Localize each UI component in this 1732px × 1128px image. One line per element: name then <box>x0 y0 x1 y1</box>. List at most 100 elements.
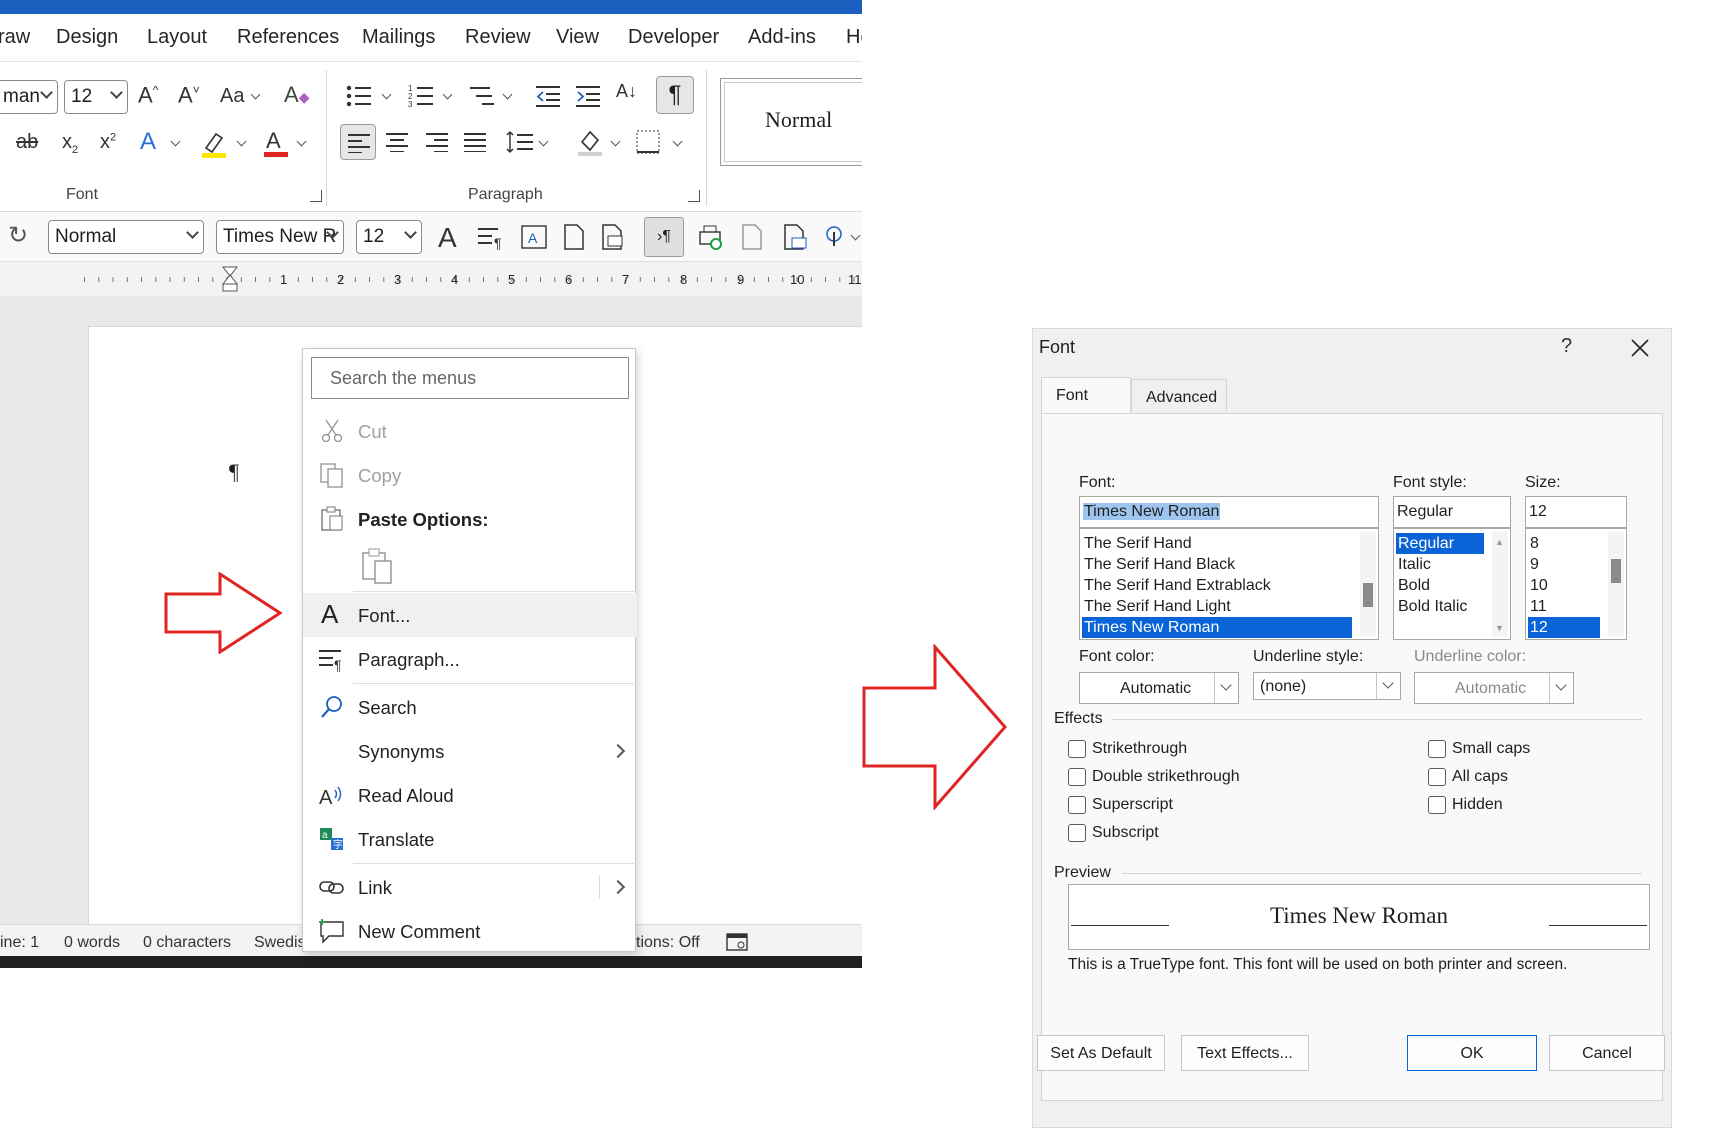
print-preview-icon[interactable] <box>696 224 724 250</box>
paragraph-dialog-launcher[interactable] <box>688 190 700 202</box>
subscript-icon[interactable]: x2 <box>62 132 78 156</box>
tab-developer[interactable]: Developer <box>628 26 719 49</box>
menu-search-input[interactable]: Search the menus <box>311 357 629 399</box>
chevron-down-icon[interactable] <box>381 89 392 100</box>
font-name-input[interactable]: Times New Roman <box>1079 496 1379 528</box>
subscript-checkbox[interactable] <box>1068 824 1086 842</box>
status-characters[interactable]: 0 characters <box>143 934 231 952</box>
paste-keep-text-icon[interactable] <box>361 547 395 585</box>
list-item[interactable]: 9 <box>1528 554 1541 575</box>
chevron-down-icon[interactable] <box>296 136 307 147</box>
menu-item-link[interactable]: Link <box>303 865 637 909</box>
font-dialog-launcher[interactable] <box>310 190 322 202</box>
superscript-checkbox[interactable] <box>1068 796 1086 814</box>
menu-item-copy[interactable]: Copy <box>303 453 637 497</box>
double-strikethrough-checkbox[interactable] <box>1068 768 1086 786</box>
redo-icon[interactable]: ↻ <box>8 224 28 248</box>
font-combo[interactable]: Times New R <box>216 220 344 254</box>
font-list[interactable]: The Serif Hand The Serif Hand Black The … <box>1079 528 1379 640</box>
tab-layout[interactable]: Layout <box>147 26 207 49</box>
style-combo[interactable]: Normal <box>48 220 204 254</box>
help-icon[interactable]: ? <box>1561 335 1572 358</box>
tab-advanced[interactable]: Advanced <box>1131 379 1227 411</box>
size-combo[interactable]: 12 <box>356 220 422 254</box>
chevron-down-icon[interactable] <box>850 230 861 241</box>
chevron-right-icon[interactable] <box>610 879 626 895</box>
chevron-down-icon[interactable] <box>250 89 261 100</box>
show-hide-marks-button[interactable]: ¶ <box>656 76 694 114</box>
bullets-icon[interactable] <box>346 84 372 108</box>
font-name-combo[interactable]: man <box>0 80 58 114</box>
list-item[interactable]: Bold Italic <box>1396 596 1469 617</box>
line-spacing-icon[interactable] <box>506 130 534 154</box>
size-list[interactable]: 8 9 10 11 12 <box>1525 528 1627 640</box>
tab-review[interactable]: Review <box>465 26 531 49</box>
status-words[interactable]: 0 words <box>64 934 120 952</box>
list-item[interactable]: 8 <box>1528 533 1541 554</box>
tab-mailings[interactable]: Mailings <box>362 26 435 49</box>
chevron-down-icon[interactable] <box>610 136 621 147</box>
underline-style-dropdown[interactable]: (none) <box>1253 672 1401 700</box>
chevron-down-icon[interactable] <box>672 136 683 147</box>
tab-add-ins[interactable]: Add-ins <box>748 26 816 49</box>
tab-help[interactable]: He <box>846 26 862 49</box>
status-line[interactable]: ine: 1 <box>0 934 39 952</box>
text-effects-button[interactable]: Text Effects... <box>1181 1035 1309 1071</box>
shrink-font-icon[interactable]: A˅ <box>178 84 200 106</box>
text-box-icon[interactable]: A <box>520 224 548 250</box>
chevron-down-icon[interactable] <box>442 89 453 100</box>
menu-item-translate[interactable]: a字 Translate <box>303 817 637 861</box>
print-layout-icon[interactable] <box>600 224 626 250</box>
font-icon[interactable]: A <box>438 224 457 252</box>
font-size-combo[interactable]: 12 <box>64 80 128 114</box>
tab-font[interactable]: Font <box>1041 377 1131 413</box>
change-case-icon[interactable]: Aa <box>220 86 244 106</box>
sort-icon[interactable]: A↓ <box>616 82 637 100</box>
decrease-indent-icon[interactable] <box>536 84 562 108</box>
list-item[interactable]: The Serif Hand Black <box>1082 554 1237 575</box>
multilevel-list-icon[interactable] <box>470 84 496 108</box>
shading-icon[interactable] <box>576 128 604 158</box>
small-caps-checkbox[interactable] <box>1428 740 1446 758</box>
status-predictions[interactable]: tions: Off <box>636 934 700 952</box>
list-item[interactable]: The Serif Hand <box>1082 533 1194 554</box>
tab-view[interactable]: View <box>556 26 599 49</box>
list-item-selected[interactable]: 12 <box>1528 617 1600 638</box>
focus-mode-icon[interactable] <box>726 932 750 952</box>
size-input[interactable]: 12 <box>1525 496 1627 528</box>
close-icon[interactable] <box>1629 337 1651 359</box>
tab-references[interactable]: References <box>237 26 339 49</box>
list-item[interactable]: The Serif Hand Extrablack <box>1082 575 1273 596</box>
grow-font-icon[interactable]: A^ <box>138 84 158 106</box>
list-item-selected[interactable]: Regular <box>1396 533 1484 554</box>
menu-item-read-aloud[interactable]: A Read Aloud <box>303 773 637 817</box>
chevron-down-icon[interactable] <box>502 89 513 100</box>
underline-color-dropdown[interactable]: Automatic <box>1414 672 1574 704</box>
cancel-button[interactable]: Cancel <box>1549 1035 1665 1071</box>
menu-item-synonyms[interactable]: Synonyms <box>303 729 637 773</box>
menu-item-cut[interactable]: Cut <box>303 409 637 453</box>
strikethrough-icon[interactable]: ab <box>16 132 38 152</box>
justify-icon[interactable] <box>464 132 486 152</box>
ok-button[interactable]: OK <box>1407 1035 1537 1071</box>
scrollbar[interactable] <box>1360 531 1376 637</box>
align-right-icon[interactable] <box>426 132 448 152</box>
list-item[interactable]: 11 <box>1528 596 1549 617</box>
menu-item-search[interactable]: Search <box>303 685 637 729</box>
chevron-down-icon[interactable] <box>538 136 549 147</box>
chevron-down-icon[interactable] <box>170 136 181 147</box>
increase-indent-icon[interactable] <box>576 84 602 108</box>
numbering-icon[interactable]: 123 <box>408 84 434 108</box>
all-caps-checkbox[interactable] <box>1428 768 1446 786</box>
list-item[interactable]: Italic <box>1396 554 1433 575</box>
strikethrough-checkbox[interactable] <box>1068 740 1086 758</box>
menu-item-paragraph[interactable]: ¶ Paragraph... <box>303 637 637 681</box>
font-style-list[interactable]: Regular Italic Bold Bold Italic ▲ ▼ <box>1393 528 1511 640</box>
list-item-selected[interactable]: Times New Roman <box>1082 617 1352 638</box>
show-marks-button[interactable]: ›¶ <box>644 217 684 257</box>
document-icon[interactable] <box>740 224 764 250</box>
style-gallery-normal[interactable]: Normal <box>720 78 862 166</box>
superscript-icon[interactable]: x2 <box>100 132 116 152</box>
chevron-down-icon[interactable] <box>236 136 247 147</box>
highlight-icon[interactable] <box>200 130 228 158</box>
